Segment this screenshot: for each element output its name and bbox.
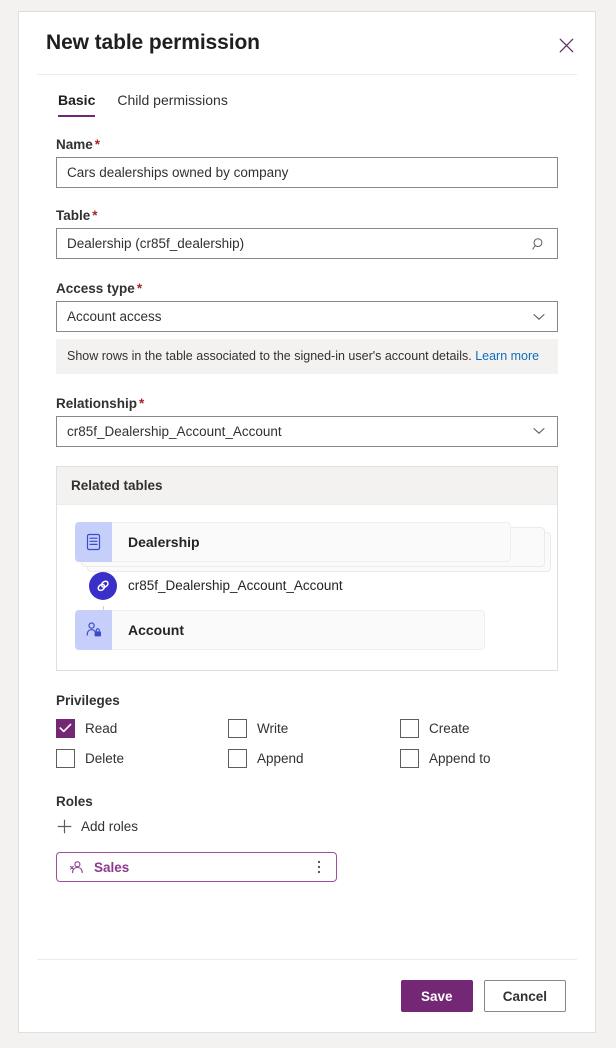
source-table-label: Dealership bbox=[128, 533, 200, 550]
more-vertical-icon[interactable] bbox=[312, 858, 326, 876]
name-field-group: Name * Cars dealerships owned by company bbox=[56, 137, 558, 188]
privilege-delete[interactable]: Delete bbox=[56, 748, 228, 768]
roles-title: Roles bbox=[56, 793, 93, 809]
privilege-append-to-label: Append to bbox=[429, 750, 491, 766]
tab-basic[interactable]: Basic bbox=[58, 92, 96, 117]
link-icon bbox=[89, 571, 117, 600]
privilege-append-to[interactable]: Append to bbox=[400, 748, 558, 768]
table-icon bbox=[75, 521, 112, 562]
privilege-write-label: Write bbox=[257, 720, 289, 736]
required-marker: * bbox=[92, 208, 98, 223]
search-icon[interactable] bbox=[531, 236, 547, 252]
privileges-grid: Read Write Create Delete Append Append t… bbox=[56, 718, 558, 768]
table-field-group: Table * Dealership (cr85f_dealership) bbox=[56, 208, 558, 259]
privilege-write[interactable]: Write bbox=[228, 718, 400, 738]
privilege-delete-label: Delete bbox=[85, 750, 125, 766]
cancel-button[interactable]: Cancel bbox=[483, 980, 566, 1012]
access-type-dropdown[interactable]: Account access bbox=[56, 301, 558, 332]
dialog-body: Name * Cars dealerships owned by company … bbox=[19, 117, 595, 959]
relationship-field-group: Relationship * cr85f_Dealership_Account_A… bbox=[56, 396, 558, 447]
required-marker: * bbox=[139, 395, 145, 411]
name-label: Name * bbox=[56, 137, 101, 152]
related-tables-card: Related tables Dealership cr85f_Dealersh… bbox=[56, 465, 558, 671]
role-chip-sales[interactable]: Sales bbox=[56, 852, 337, 883]
privilege-read[interactable]: Read bbox=[56, 718, 228, 738]
tab-list: Basic Child permissions bbox=[19, 75, 595, 117]
relationship-node-label: cr85f_Dealership_Account_Account bbox=[128, 578, 343, 594]
name-input-value: Cars dealerships owned by company bbox=[67, 165, 289, 180]
privilege-read-label: Read bbox=[85, 720, 118, 736]
name-input[interactable]: Cars dealerships owned by company bbox=[56, 157, 558, 188]
access-type-value: Account access bbox=[67, 309, 162, 324]
role-chip-label: Sales bbox=[94, 859, 130, 875]
access-type-hint-text: Show rows in the table associated to the… bbox=[67, 349, 472, 363]
relationship-diagram: Dealership cr85f_Dealership_Account_Acco… bbox=[75, 521, 551, 650]
learn-more-link[interactable]: Learn more bbox=[475, 349, 539, 363]
add-roles-label: Add roles bbox=[81, 819, 139, 835]
checkbox-create[interactable] bbox=[400, 718, 419, 738]
privileges-title: Privileges bbox=[56, 692, 120, 708]
person-icon bbox=[68, 859, 84, 875]
relationship-dropdown[interactable]: cr85f_Dealership_Account_Account bbox=[56, 415, 558, 447]
relationship-value: cr85f_Dealership_Account_Account bbox=[67, 423, 282, 439]
table-input-value: Dealership (cr85f_dealership) bbox=[67, 236, 245, 251]
checkbox-append[interactable] bbox=[228, 748, 247, 768]
close-icon bbox=[559, 38, 574, 53]
required-marker: * bbox=[136, 281, 143, 296]
related-tables-header: Related tables bbox=[57, 466, 557, 505]
privilege-create[interactable]: Create bbox=[400, 718, 558, 738]
dialog-footer: Save Cancel bbox=[19, 960, 595, 1032]
access-type-label: Access type * bbox=[56, 281, 143, 296]
privilege-append[interactable]: Append bbox=[228, 748, 400, 768]
privilege-create-label: Create bbox=[429, 720, 470, 736]
save-button[interactable]: Save bbox=[400, 980, 473, 1012]
add-roles-button[interactable]: Add roles bbox=[56, 819, 138, 835]
dialog-header: New table permission bbox=[19, 12, 595, 74]
related-tables-body: Dealership cr85f_Dealership_Account_Acco… bbox=[57, 505, 557, 670]
relationship-label: Relationship * bbox=[56, 395, 145, 411]
source-table-node[interactable]: Dealership bbox=[75, 521, 551, 572]
privilege-append-label: Append bbox=[257, 750, 304, 766]
table-label: Table * bbox=[56, 208, 98, 223]
new-table-permission-dialog: New table permission Basic Child permiss… bbox=[18, 11, 596, 1033]
table-input[interactable]: Dealership (cr85f_dealership) bbox=[56, 228, 558, 259]
access-type-field-group: Access type * Account access Show rows in… bbox=[56, 281, 558, 374]
chevron-down-icon[interactable] bbox=[531, 309, 547, 325]
required-marker: * bbox=[94, 137, 101, 152]
target-table-node[interactable]: Account bbox=[75, 609, 539, 650]
checkbox-read[interactable] bbox=[56, 718, 75, 738]
tab-child-permissions[interactable]: Child permissions bbox=[117, 92, 227, 117]
close-button[interactable] bbox=[551, 30, 581, 60]
account-person-icon bbox=[75, 609, 112, 650]
page-title: New table permission bbox=[46, 31, 260, 54]
relationship-node[interactable]: cr85f_Dealership_Account_Account bbox=[75, 566, 539, 606]
access-type-hint: Show rows in the table associated to the… bbox=[56, 339, 558, 374]
checkbox-append-to[interactable] bbox=[400, 748, 419, 768]
checkbox-write[interactable] bbox=[228, 718, 247, 738]
target-table-label: Account bbox=[128, 621, 184, 638]
checkbox-delete[interactable] bbox=[56, 748, 75, 768]
chevron-down-icon[interactable] bbox=[531, 423, 547, 439]
plus-icon bbox=[56, 819, 72, 835]
